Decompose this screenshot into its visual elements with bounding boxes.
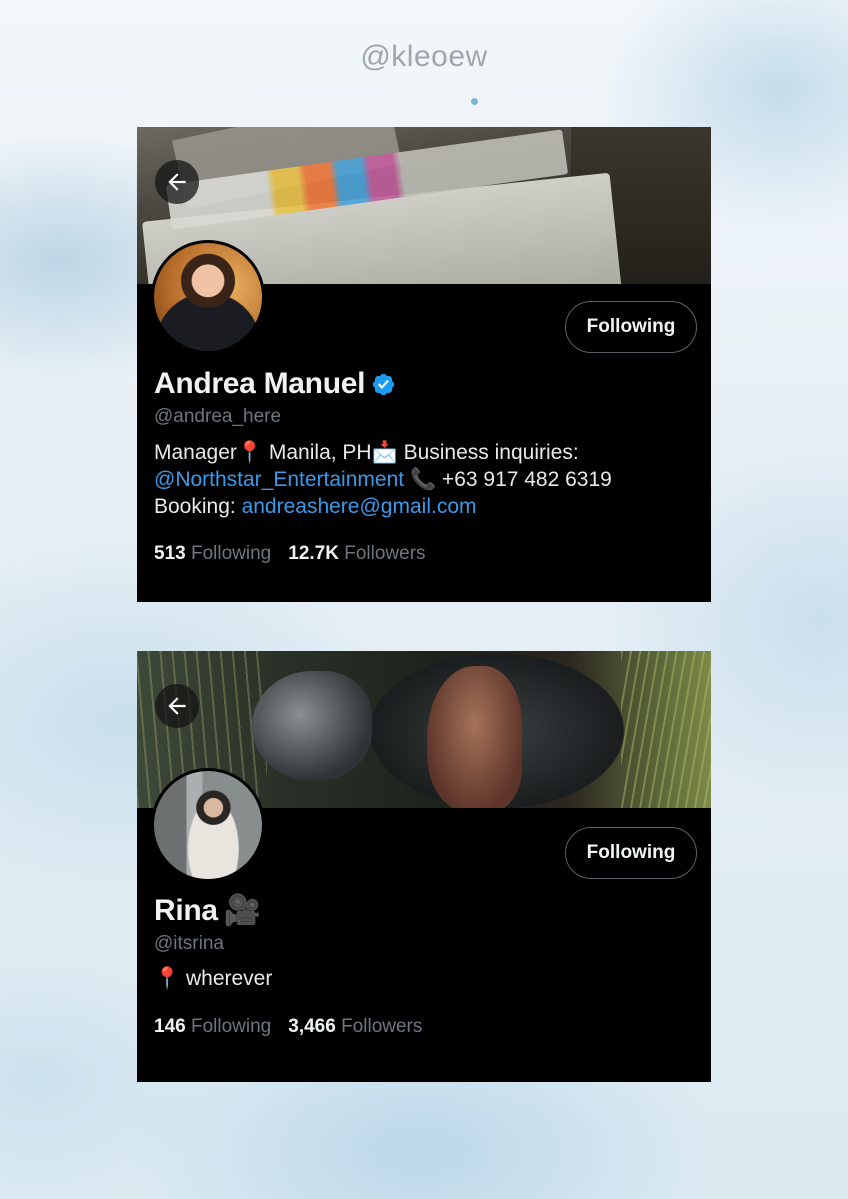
email-link[interactable]: andreashere@gmail.com [242, 495, 477, 518]
watermark-text: @kleoew [360, 40, 488, 73]
profile-stats: 146 Following 3,466 Followers [154, 1016, 422, 1038]
following-button[interactable]: Following [565, 301, 697, 353]
profile-card-andrea: Following Andrea Manuel @andrea_here Man… [137, 127, 711, 602]
verified-badge-icon[interactable] [371, 372, 396, 397]
following-button[interactable]: Following [565, 827, 697, 879]
back-button[interactable] [155, 684, 199, 728]
movie-camera-icon: 🎥 [223, 894, 262, 927]
followers-label: Followers [344, 543, 426, 564]
profile-card-rina: Following Rina 🎥 @itsrina 📍 wherever 146… [137, 651, 711, 1082]
profile-name-row: Andrea Manuel [154, 367, 396, 401]
followers-stat[interactable]: 3,466 Followers [288, 1016, 422, 1038]
arrow-left-icon [168, 173, 186, 191]
profile-stats: 513 Following 12.7K Followers [154, 543, 426, 565]
followers-count: 3,466 [288, 1016, 336, 1037]
profile-bio: Manager📍 Manila, PH📩 Business inquiries:… [154, 439, 694, 520]
back-button[interactable] [155, 160, 199, 204]
following-label: Following [190, 1016, 272, 1037]
arrow-left-icon [168, 697, 186, 715]
mention-link[interactable]: @Northstar_Entertainment [154, 468, 404, 491]
bio-text: Business inquiries: [397, 441, 579, 464]
followers-label: Followers [341, 1016, 423, 1037]
avatar[interactable] [151, 240, 265, 354]
profile-bio: 📍 wherever [154, 965, 694, 992]
followers-stat[interactable]: 12.7K Followers [288, 543, 425, 565]
bio-text: wherever [180, 967, 273, 990]
phone-icon: 📞 [409, 468, 437, 491]
pin-icon: 📍 [154, 967, 181, 990]
bio-text: Manager [154, 441, 237, 464]
profile-name: Andrea Manuel [154, 367, 366, 400]
profile-handle: @itsrina [154, 933, 224, 954]
avatar[interactable] [151, 768, 265, 882]
mail-icon: 📩 [371, 441, 398, 464]
following-count: 146 [154, 1016, 186, 1037]
following-stat[interactable]: 513 Following [154, 543, 271, 565]
following-label: Following [190, 543, 272, 564]
following-count: 513 [154, 543, 186, 564]
following-stat[interactable]: 146 Following [154, 1016, 271, 1038]
profile-name: Rina [154, 894, 218, 927]
bio-text: +63 917 482 6319 [436, 468, 612, 491]
profile-handle: @andrea_here [154, 406, 282, 427]
bio-text: Manila, PH [263, 441, 372, 464]
bio-text: Booking: [154, 495, 242, 518]
profile-name-row: Rina 🎥 [154, 894, 261, 928]
decorative-dot [471, 98, 478, 105]
followers-count: 12.7K [288, 543, 339, 564]
pin-icon: 📍 [236, 441, 264, 464]
